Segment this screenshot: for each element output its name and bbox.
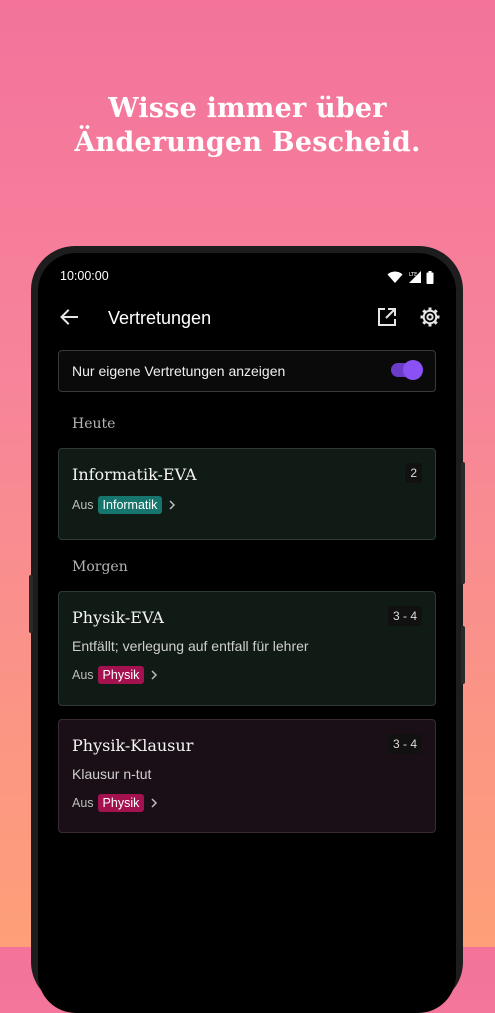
course-chip: Physik [97, 794, 145, 812]
status-bar: 10:00:00 LTE [60, 269, 434, 287]
card-title: Physik-EVA [72, 608, 164, 627]
period-badge: 3 - 4 [387, 606, 422, 626]
filter-toggle-knob[interactable] [403, 360, 423, 380]
origin-label: Aus [72, 668, 94, 682]
settings-gear-icon[interactable] [419, 306, 441, 328]
app-bar: Vertretungen [38, 299, 456, 343]
status-icons: LTE [387, 270, 434, 284]
course-chip: Informatik [97, 496, 163, 514]
chevron-right-icon [151, 670, 158, 680]
card-origin: Aus Physik [72, 666, 160, 684]
card-title: Physik-Klausur [72, 736, 194, 755]
phone-side-button [29, 575, 33, 633]
page-title: Vertretungen [108, 308, 212, 328]
headline-line-2: Änderungen Bescheid. [74, 127, 421, 158]
period-badge: 2 [405, 463, 422, 483]
filter-label: Nur eigene Vertretungen anzeigen [72, 363, 286, 379]
own-substitutions-filter[interactable]: Nur eigene Vertretungen anzeigen [58, 350, 436, 392]
phone-side-button [461, 462, 465, 584]
period-badge: 3 - 4 [387, 734, 422, 754]
card-description: Klausur n-tut [72, 766, 152, 782]
chevron-right-icon [151, 798, 158, 808]
status-time: 10:00:00 [60, 269, 109, 283]
wifi-icon [387, 271, 403, 283]
back-arrow-icon[interactable] [58, 306, 80, 328]
headline-line-1: Wisse immer über [108, 93, 387, 124]
svg-text:LTE: LTE [409, 272, 417, 278]
substitution-card[interactable]: Informatik-EVA 2 Aus Informatik [58, 448, 436, 540]
card-title: Informatik-EVA [72, 465, 197, 484]
battery-icon [426, 270, 434, 284]
course-chip: Physik [97, 666, 145, 684]
substitution-card[interactable]: Physik-EVA 3 - 4 Entfällt; verlegung auf… [58, 591, 436, 706]
substitution-card[interactable]: Physik-Klausur 3 - 4 Klausur n-tut Aus P… [58, 719, 436, 833]
signal-lte-icon: LTE [409, 271, 421, 283]
phone-side-button [461, 626, 465, 684]
open-external-icon[interactable] [376, 306, 398, 328]
card-origin: Aus Informatik [72, 496, 178, 514]
promo-headline: Wisse immer über Änderungen Bescheid. [0, 92, 495, 160]
chevron-right-icon [169, 500, 176, 510]
phone-screen: 10:00:00 LTE Vertretungen Nur eigene Ver… [38, 253, 456, 1013]
origin-label: Aus [72, 498, 94, 512]
section-heading-today: Heute [72, 416, 116, 432]
origin-label: Aus [72, 796, 94, 810]
card-description: Entfällt; verlegung auf entfall für lehr… [72, 638, 309, 654]
section-heading-tomorrow: Morgen [72, 559, 128, 575]
card-origin: Aus Physik [72, 794, 160, 812]
